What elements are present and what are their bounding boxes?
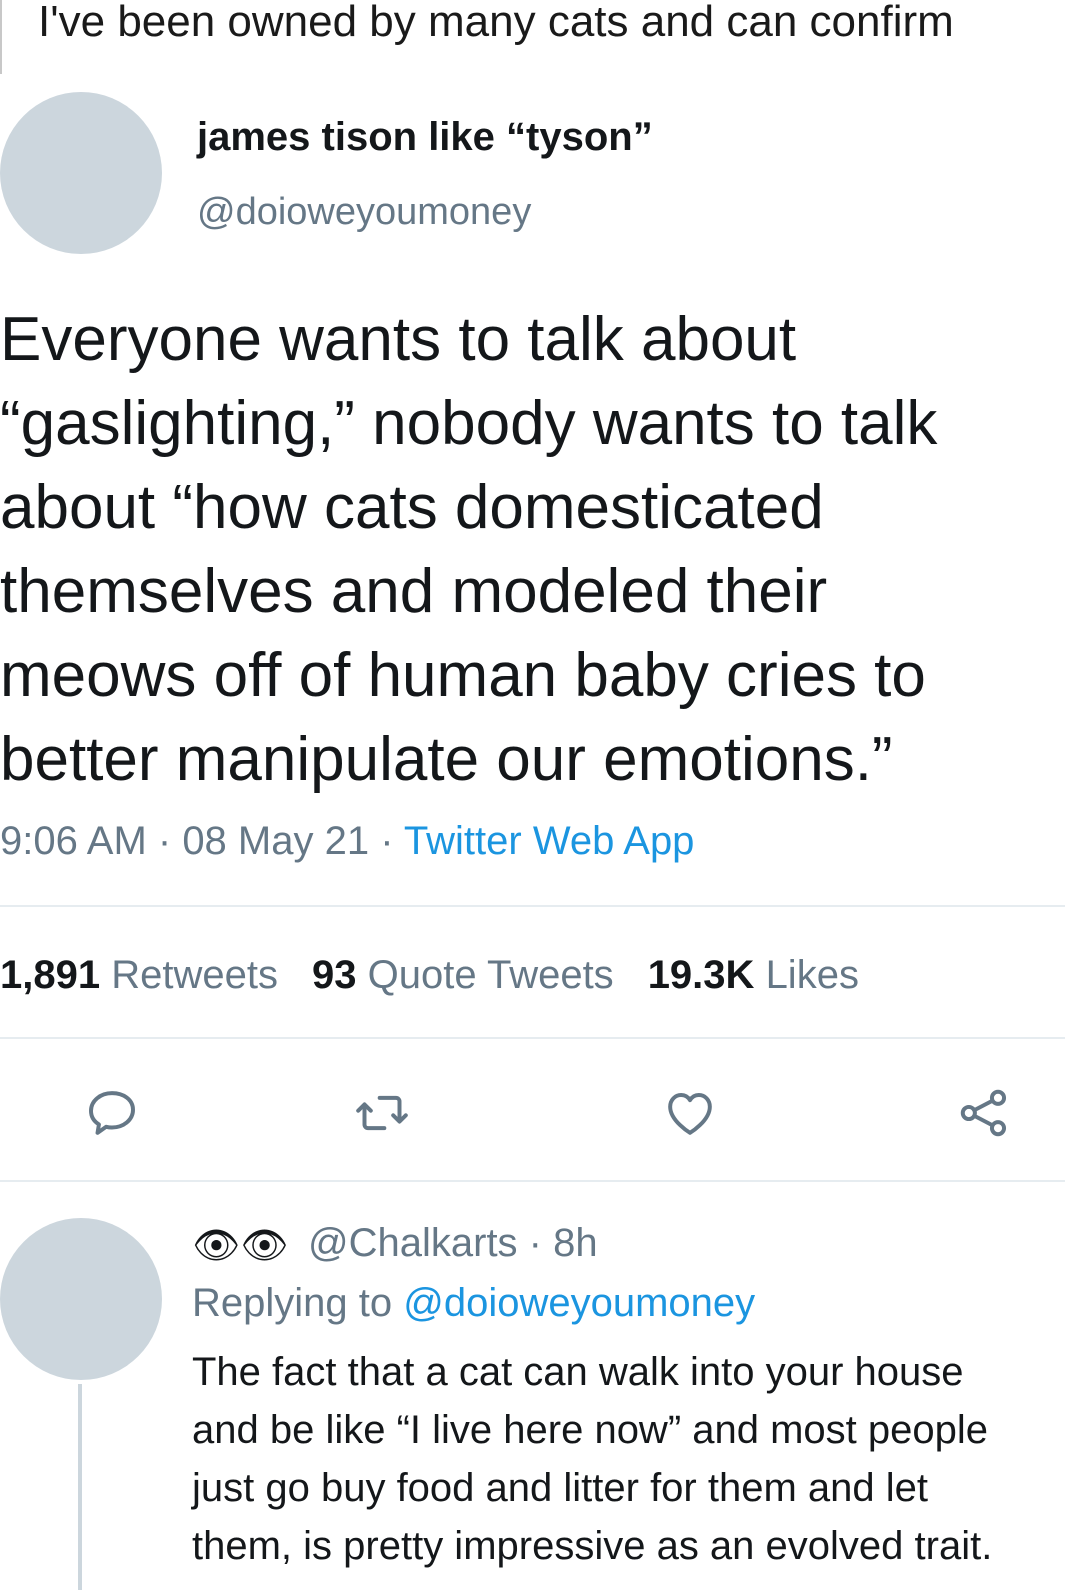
quote-tweets-count: 93 <box>311 953 357 997</box>
quote-tweets-label: Quote Tweets <box>367 953 614 997</box>
separator-dot: · <box>517 1221 554 1265</box>
like-button[interactable] <box>662 1085 718 1141</box>
reply-handle[interactable]: @Chalkarts <box>308 1221 518 1265</box>
reply-button[interactable] <box>84 1085 140 1141</box>
tweet-text-line: “gaslighting,” nobody wants to talk <box>0 389 938 458</box>
likes-stat[interactable]: 19.3K Likes <box>648 953 859 997</box>
tweet-text-line: meows off of human baby cries to <box>0 641 926 710</box>
divider <box>0 1037 1065 1039</box>
reply-text-line: just go buy food and litter for them and… <box>192 1466 928 1510</box>
display-name[interactable]: james tison like “tyson” <box>197 112 653 162</box>
avatar[interactable] <box>0 92 162 254</box>
share-button[interactable] <box>956 1085 1012 1141</box>
tweet-text-line: themselves and modeled their <box>0 557 828 626</box>
retweets-label: Retweets <box>111 953 278 997</box>
quote-tweets-stat[interactable]: 93 Quote Tweets <box>312 953 614 997</box>
reply-text: The fact that a cat can walk into your h… <box>192 1343 1072 1575</box>
tweet-time[interactable]: 9:06 AM <box>0 819 147 863</box>
reply-text-line: and be like “I live here now” and most p… <box>192 1408 989 1452</box>
reply-icon <box>89 1091 135 1135</box>
eyes-emoji-icon: 👁👁 <box>192 1225 289 1267</box>
retweets-stat[interactable]: 1,891 Retweets <box>0 953 278 997</box>
separator-dot: · <box>369 819 404 863</box>
tweet-text: Everyone wants to talk about “gaslightin… <box>0 298 1070 802</box>
tweet-stats: 1,891 Retweets 93 Quote Tweets 19.3K Likes <box>0 950 859 1000</box>
user-handle[interactable]: @doioweyoumoney <box>197 188 531 236</box>
replying-to: Replying to @doioweyoumoney <box>192 1278 755 1328</box>
reply-text-line: them, is pretty impressive as an evolved… <box>192 1524 993 1568</box>
tweet-text-line: Everyone wants to talk about <box>0 305 797 374</box>
caption-divider <box>0 0 2 74</box>
heart-icon <box>668 1093 712 1135</box>
reply-header: @Chalkarts · 8h <box>308 1218 598 1268</box>
reply-avatar[interactable] <box>0 1218 162 1380</box>
likes-count: 19.3K <box>647 953 755 997</box>
replying-mention-link[interactable]: @doioweyoumoney <box>403 1281 755 1325</box>
tweet-date[interactable]: 08 May 21 <box>182 819 369 863</box>
reply-time[interactable]: 8h <box>553 1221 598 1265</box>
separator-dot: · <box>146 819 183 863</box>
divider <box>0 1180 1065 1182</box>
post-caption: I've been owned by many cats and can con… <box>38 0 954 46</box>
tweet-text-line: about “how cats domesticated <box>0 473 824 542</box>
thread-line <box>78 1384 82 1590</box>
tweet-text-line: better manipulate our emotions.” <box>0 725 893 794</box>
replying-label: Replying to <box>192 1281 393 1325</box>
retweet-button[interactable] <box>354 1085 410 1141</box>
reply-text-line: The fact that a cat can walk into your h… <box>192 1350 964 1394</box>
source-app-link[interactable]: Twitter Web App <box>404 819 695 863</box>
share-icon <box>960 1089 1007 1137</box>
divider <box>0 905 1065 907</box>
tweet-metadata: 9:06 AM · 08 May 21 · Twitter Web App <box>0 816 694 866</box>
retweet-icon <box>356 1095 408 1131</box>
retweets-count: 1,891 <box>0 953 101 997</box>
likes-label: Likes <box>765 953 859 997</box>
